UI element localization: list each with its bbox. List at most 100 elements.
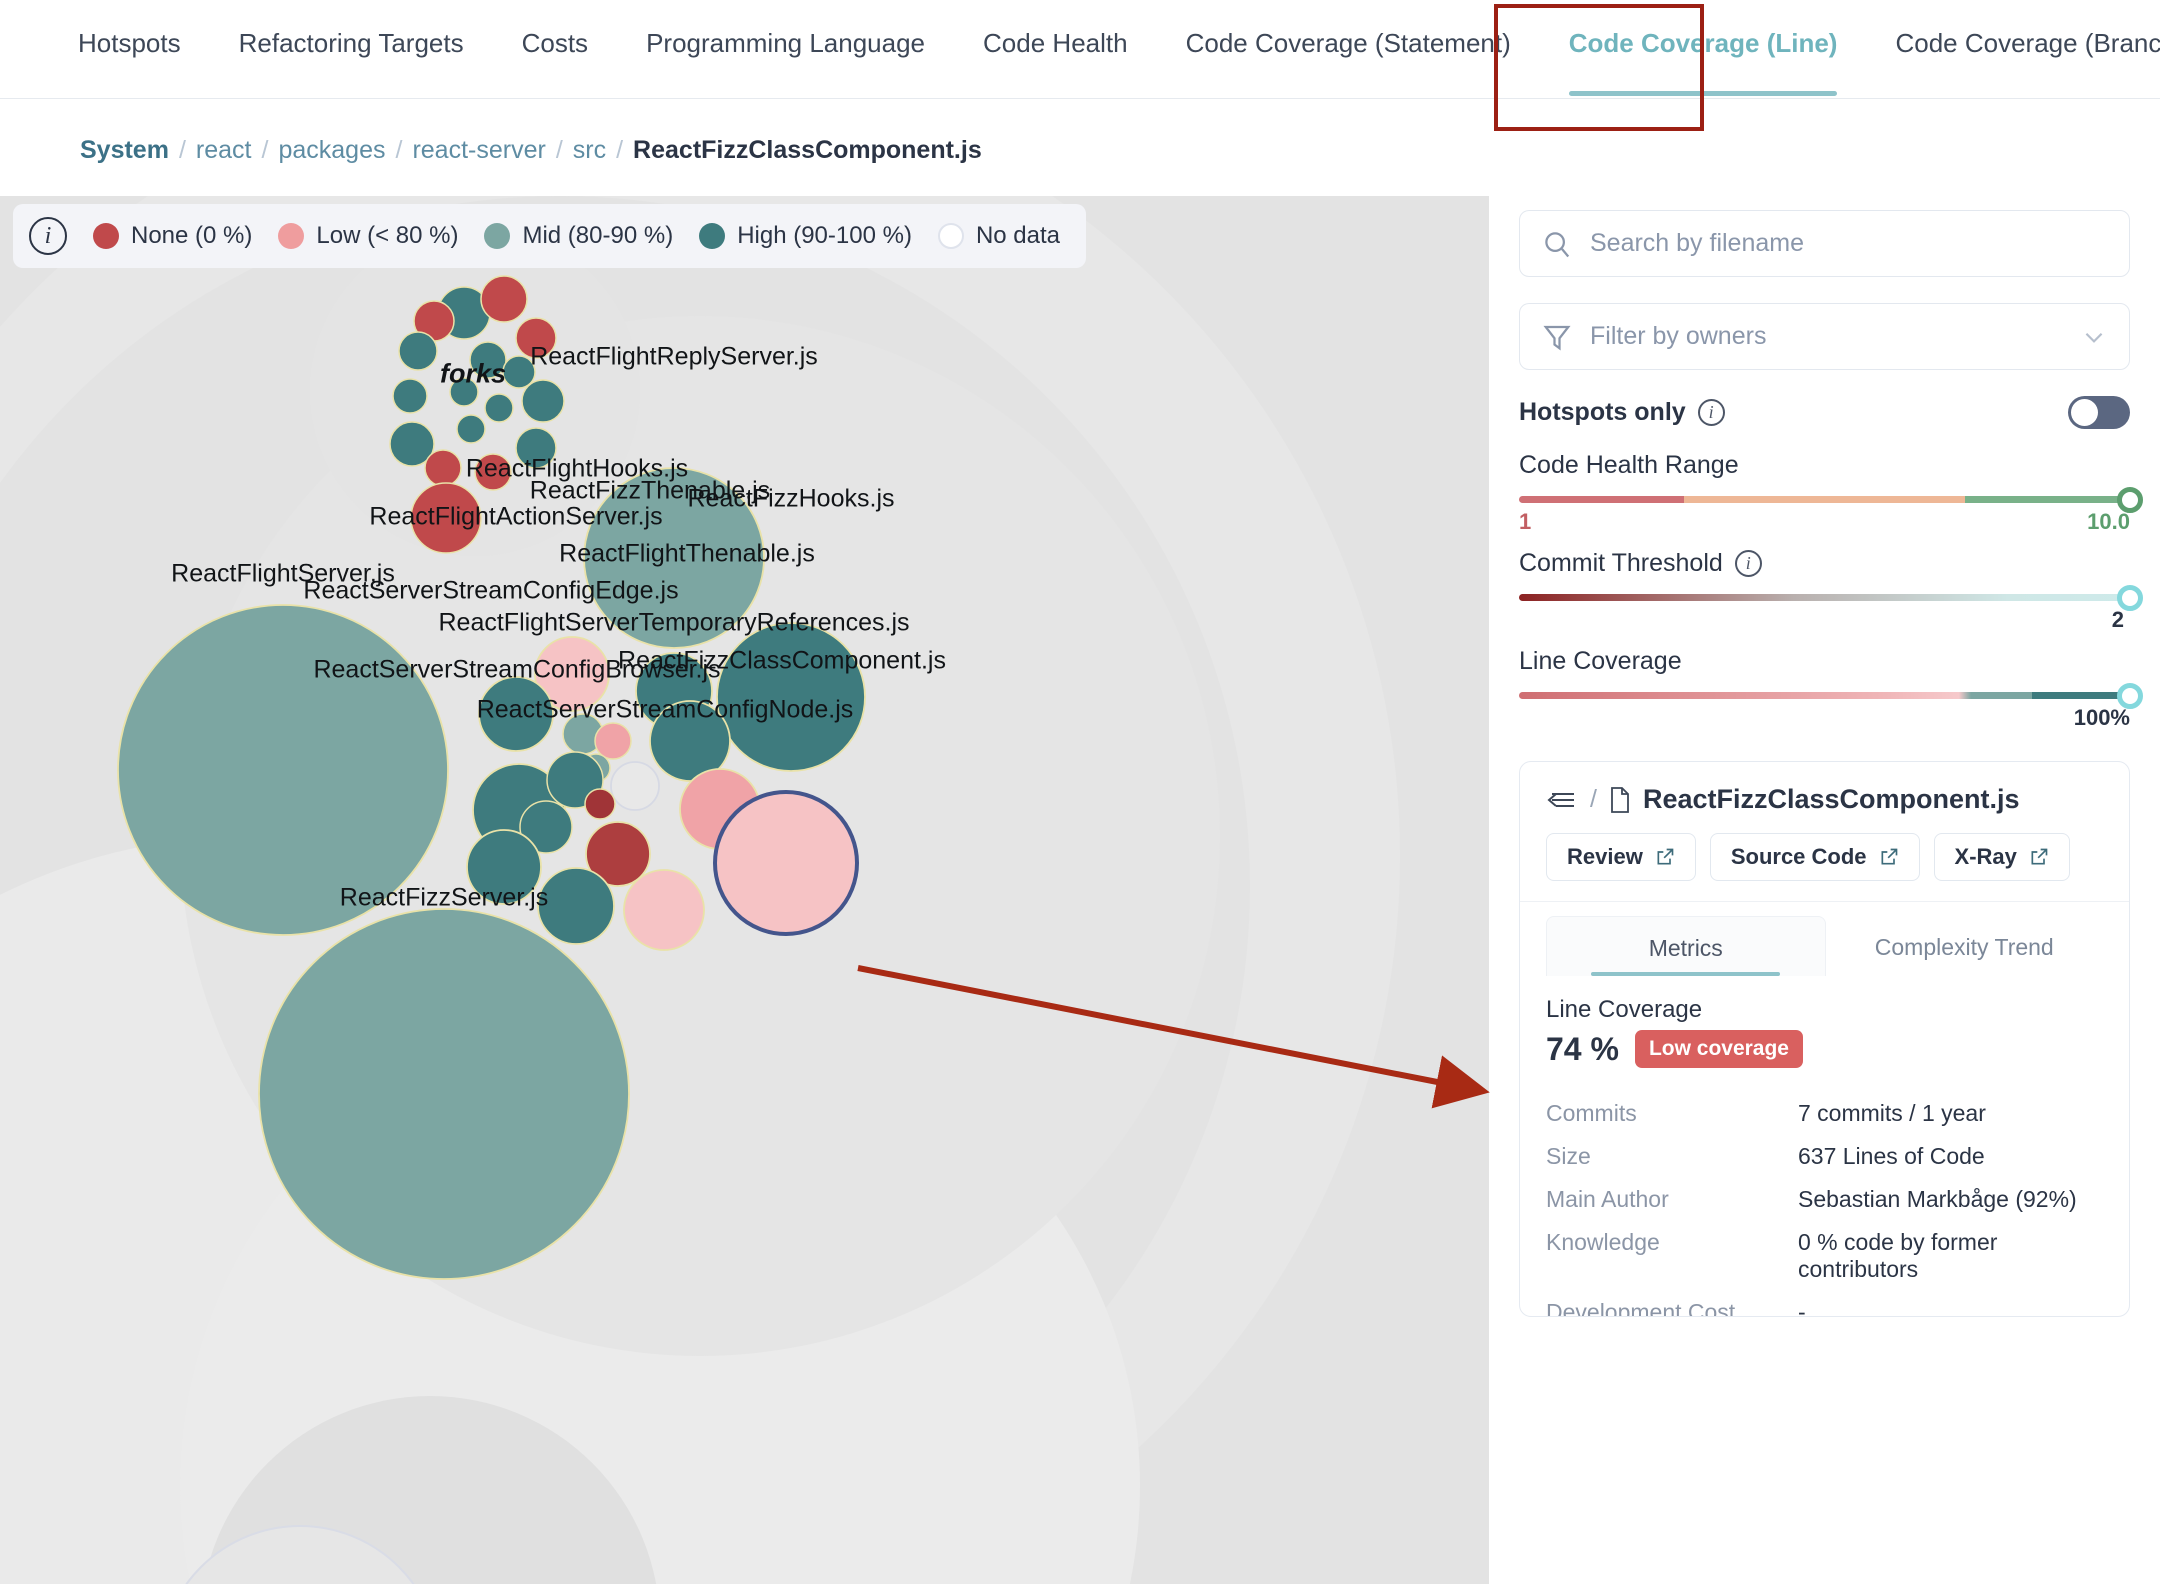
coverage-legend: i None (0 %) Low (< 80 %) Mid (80-90 %) …: [13, 204, 1086, 268]
breadcrumb-item-system[interactable]: System: [80, 136, 169, 165]
bubble-chart-panel[interactable]: i None (0 %) Low (< 80 %) Mid (80-90 %) …: [0, 196, 1489, 1584]
code-health-range-slider[interactable]: Code Health Range 1 10.0: [1519, 451, 2130, 543]
slider-title: Line Coverage: [1519, 647, 2130, 676]
bubble-ReactFizzHooks: [717, 623, 865, 771]
bubble-no-data: [611, 762, 659, 810]
commit-threshold-slider[interactable]: Commit Threshold i 2: [1519, 549, 2130, 641]
legend-item-mid: Mid (80-90 %): [484, 222, 673, 250]
tab-label: Code Health: [983, 28, 1128, 58]
legend-dot-low: [278, 223, 304, 249]
breadcrumb-separator: /: [395, 136, 402, 165]
status-badge: Low coverage: [1635, 1030, 1803, 1068]
external-link-icon: [1879, 847, 1899, 867]
slider-track[interactable]: [1519, 496, 2130, 503]
detail-card-header: / ReactFizzClassComponent.js Review Sou: [1520, 762, 2129, 902]
detail-action-buttons: Review Source Code X-Ray: [1546, 833, 2103, 881]
owners-filter-label: Filter by owners: [1590, 322, 1766, 351]
breadcrumb-item-react[interactable]: react: [196, 136, 252, 165]
breadcrumb: System / react / packages / react-server…: [80, 136, 982, 165]
line-coverage-row: 74 % Low coverage: [1546, 1030, 2103, 1068]
detail-separator: /: [1590, 785, 1597, 814]
slider-min-label: 1: [1519, 509, 1531, 535]
slider-ticks: 2: [1519, 607, 2130, 641]
search-icon: [1542, 229, 1572, 259]
slider-ticks: 1 10.0: [1519, 509, 2130, 543]
line-coverage-slider[interactable]: Line Coverage 100%: [1519, 647, 2130, 739]
review-button-label: Review: [1567, 844, 1643, 870]
info-icon[interactable]: i: [29, 217, 67, 255]
hotspots-only-row: Hotspots only i: [1519, 396, 2130, 429]
bubble-ReactServerStreamConfigBrowser: [467, 830, 541, 904]
tab-costs[interactable]: Costs: [522, 0, 588, 98]
slider-label: Commit Threshold: [1519, 549, 1723, 578]
file-detail-card: / ReactFizzClassComponent.js Review Sou: [1519, 761, 2130, 1317]
table-row: Knowledge0 % code by former contributors: [1546, 1221, 2103, 1291]
breadcrumb-item-current: ReactFizzClassComponent.js: [633, 136, 982, 165]
hotspots-only-label: Hotspots only: [1519, 398, 1686, 427]
tab-metrics[interactable]: Metrics: [1546, 916, 1826, 976]
metric-value: Sebastian Markbåge (92%): [1798, 1178, 2103, 1221]
breadcrumb-separator: /: [179, 136, 186, 165]
bubble-ReactFlightReplyServer: [584, 468, 764, 648]
tab-label: Code Coverage (Branch: [1895, 28, 2160, 58]
info-icon[interactable]: i: [1698, 399, 1725, 426]
back-arrow-icon[interactable]: [1546, 787, 1578, 813]
detail-tab-bar: Metrics Complexity Trend: [1520, 902, 2129, 976]
legend-item-none: None (0 %): [93, 222, 252, 250]
filter-icon: [1542, 322, 1572, 352]
external-link-icon: [1655, 847, 1675, 867]
legend-item-no-data: No data: [938, 222, 1060, 250]
legend-label: No data: [976, 222, 1060, 250]
breadcrumb-item-react-server[interactable]: react-server: [412, 136, 545, 165]
breadcrumb-item-src[interactable]: src: [573, 136, 606, 165]
tab-complexity-trend[interactable]: Complexity Trend: [1826, 916, 2104, 976]
tab-label: Hotspots: [78, 28, 181, 58]
external-link-icon: [2029, 847, 2049, 867]
active-tab-underline: [1569, 91, 1838, 96]
bubble-ReactFlightActionServer: [479, 677, 553, 751]
slider-track[interactable]: [1519, 692, 2130, 699]
slider-max-label: 100%: [2074, 705, 2130, 731]
detail-metrics-body: Line Coverage 74 % Low coverage Commits7…: [1520, 976, 2129, 1317]
info-icon[interactable]: i: [1735, 550, 1762, 577]
slider-title: Commit Threshold i: [1519, 549, 2130, 578]
metric-value: 7 commits / 1 year: [1798, 1092, 2103, 1135]
slider-max-label: 10.0: [2087, 509, 2130, 535]
metric-key: Commits: [1546, 1092, 1798, 1135]
metric-key: Knowledge: [1546, 1221, 1798, 1291]
table-row: Development Cost-: [1546, 1291, 2103, 1317]
tab-refactoring-targets[interactable]: Refactoring Targets: [239, 0, 464, 98]
bubble-ReactFizzServer: [259, 909, 629, 1279]
bubble-ReactServerStreamConfigNode: [624, 870, 704, 950]
tab-hotspots[interactable]: Hotspots: [78, 0, 181, 98]
breadcrumb-separator: /: [616, 136, 623, 165]
metric-key: Main Author: [1546, 1178, 1798, 1221]
bubble-chart-svg: [0, 196, 1489, 1584]
search-input[interactable]: Search by filename: [1519, 210, 2130, 277]
line-coverage-value: 74 %: [1546, 1031, 1619, 1068]
slider-max-label: 2: [2112, 607, 2124, 633]
source-code-button[interactable]: Source Code: [1710, 833, 1920, 881]
tab-code-coverage-branch[interactable]: Code Coverage (Branch: [1895, 0, 2160, 98]
review-button[interactable]: Review: [1546, 833, 1696, 881]
slider-track[interactable]: [1519, 594, 2130, 601]
legend-dot-no-data: [938, 223, 964, 249]
slider-label: Code Health Range: [1519, 451, 1739, 480]
tab-label: Code Coverage (Statement): [1186, 28, 1511, 58]
breadcrumb-item-packages[interactable]: packages: [278, 136, 385, 165]
owners-filter-select[interactable]: Filter by owners: [1519, 303, 2130, 370]
detail-title-row: / ReactFizzClassComponent.js: [1546, 784, 2103, 815]
hotspots-only-toggle[interactable]: [2068, 396, 2130, 429]
table-row: Main AuthorSebastian Markbåge (92%): [1546, 1178, 2103, 1221]
tab-code-coverage-statement[interactable]: Code Coverage (Statement): [1186, 0, 1511, 98]
x-ray-button[interactable]: X-Ray: [1934, 833, 2070, 881]
slider-title: Code Health Range: [1519, 451, 2130, 480]
tab-programming-language[interactable]: Programming Language: [646, 0, 925, 98]
tab-code-coverage-line[interactable]: Code Coverage (Line): [1569, 0, 1838, 98]
tab-code-health[interactable]: Code Health: [983, 0, 1128, 98]
tab-label: Code Coverage (Line): [1569, 28, 1838, 58]
legend-label: High (90-100 %): [737, 222, 912, 250]
legend-label: Low (< 80 %): [316, 222, 458, 250]
metric-key: Size: [1546, 1135, 1798, 1178]
legend-label: Mid (80-90 %): [522, 222, 673, 250]
